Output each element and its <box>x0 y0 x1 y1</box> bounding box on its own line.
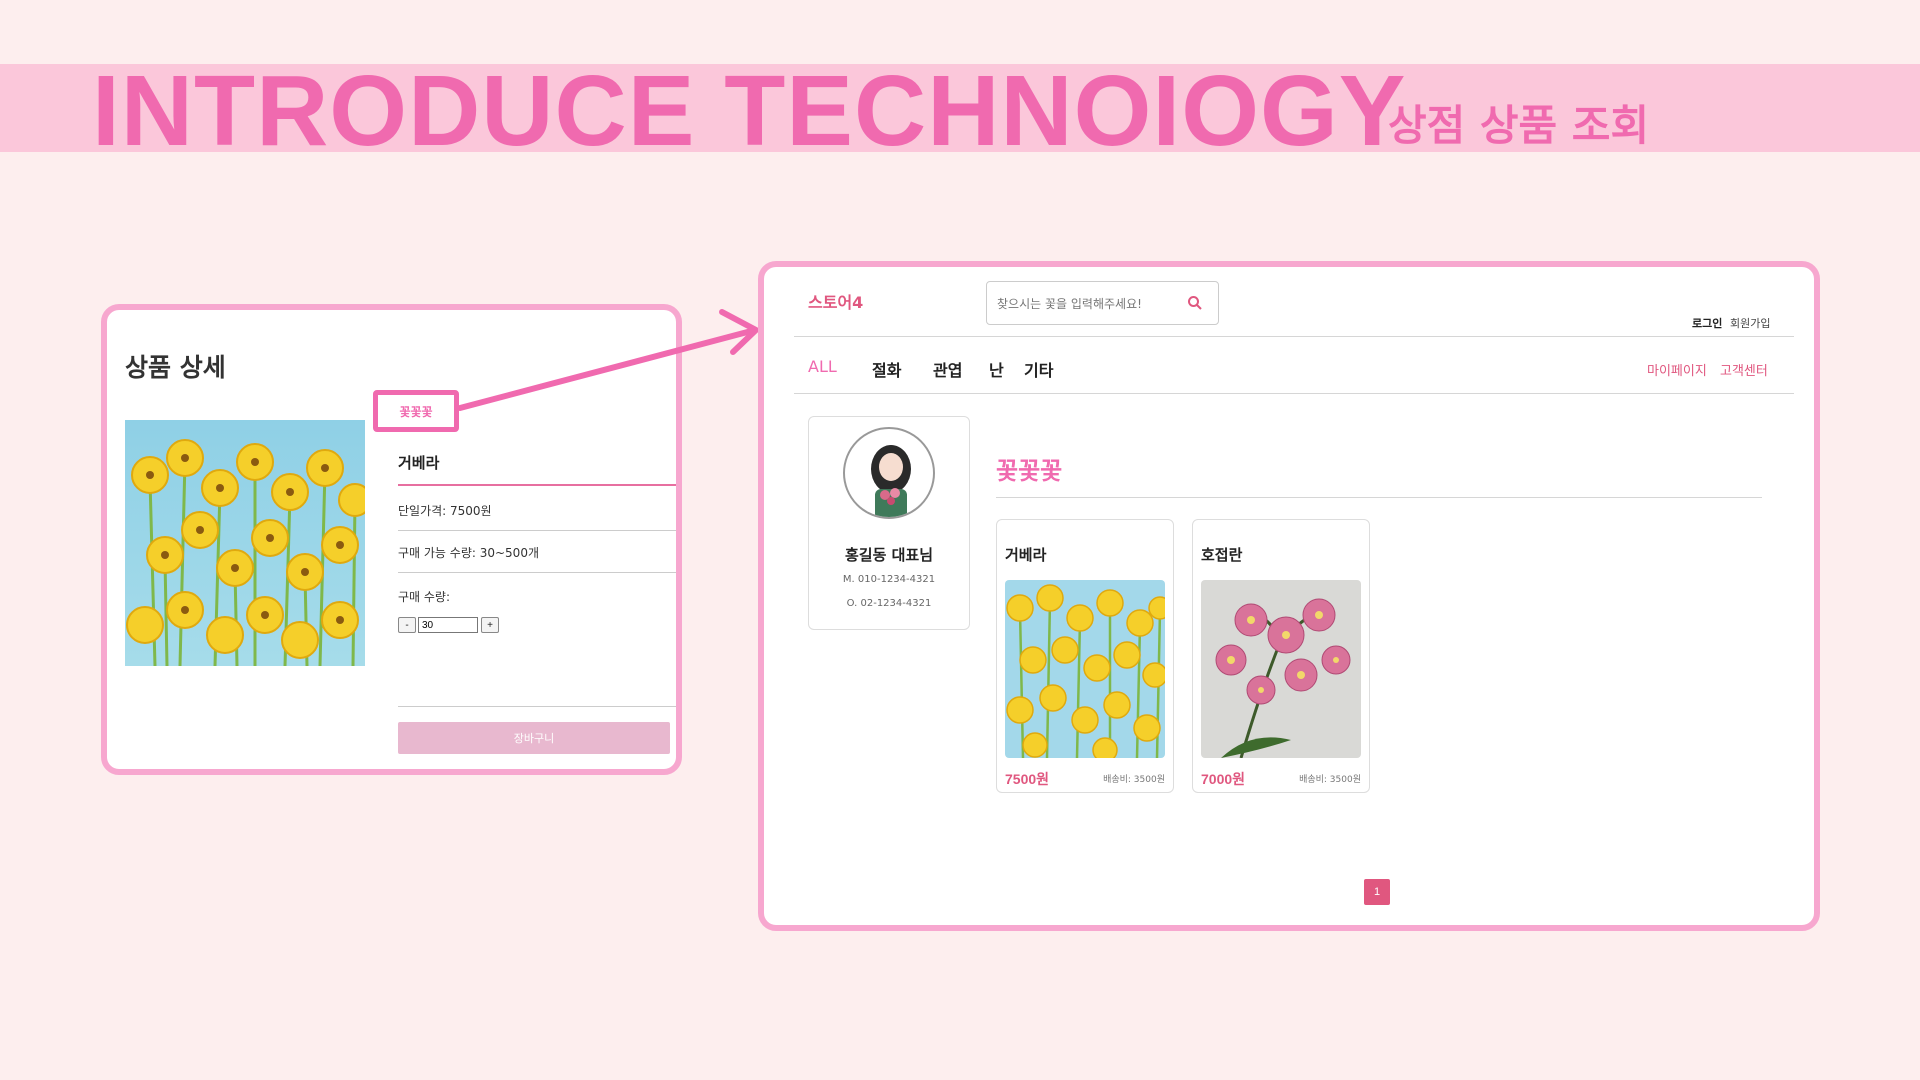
product-name: 호접란 <box>1201 546 1243 564</box>
owner-office-phone: O. 02-1234-4321 <box>846 598 932 609</box>
shipping-fee: 배송비: 3500원 <box>1299 775 1361 785</box>
quantity-input[interactable] <box>418 617 478 633</box>
shop-name-tag[interactable]: 꽃꽃꽃 <box>373 390 459 432</box>
shop-page-panel: 스토어4 로그인 회원가입 ALL 절화 관엽 난 기타 마이페이지 고객센터 … <box>758 261 1820 931</box>
signup-link[interactable]: 회원가입 <box>1730 315 1770 331</box>
nav-tab-orchid[interactable]: 난 <box>989 357 1004 381</box>
shipping-fee: 배송비: 3500원 <box>1103 775 1165 785</box>
product-card-gerbera[interactable]: 거베라 7500원 배송비: 3500원 <box>996 519 1174 793</box>
avatar <box>843 427 935 519</box>
owner-mobile: M. 010-1234-4321 <box>842 574 936 585</box>
mypage-link[interactable]: 마이페이지 <box>1647 360 1707 379</box>
header-divider <box>794 336 1794 337</box>
pagination-page-1[interactable]: 1 <box>1364 879 1390 905</box>
search-bar[interactable] <box>986 281 1219 325</box>
nav-divider <box>794 393 1794 394</box>
product-name: 거베라 <box>398 454 440 472</box>
customer-center-link[interactable]: 고객센터 <box>1720 360 1768 379</box>
add-to-cart-button[interactable]: 장바구니 <box>398 722 670 754</box>
search-input[interactable] <box>997 294 1177 314</box>
divider <box>398 484 676 486</box>
orchid-image[interactable] <box>1201 580 1361 758</box>
product-price: 7000원 <box>1201 771 1246 787</box>
nav-tab-cut-flowers[interactable]: 절화 <box>872 357 901 381</box>
owner-profile-card: 홍길동 대표님 M. 010-1234-4321 O. 02-1234-4321 <box>808 416 970 630</box>
unit-price: 단일가격: 7500원 <box>398 504 492 518</box>
shop-logo[interactable]: 스토어4 <box>808 289 863 313</box>
product-card-orchid[interactable]: 호접란 7000원 배송비: 3500원 <box>1192 519 1370 793</box>
owner-name: 홍길동 대표님 <box>844 546 934 564</box>
shop-name-divider <box>996 497 1762 498</box>
divider <box>398 530 676 531</box>
slide-title: INTRODUCE TECHNOIOGY <box>92 55 1407 167</box>
product-name: 거베라 <box>1005 546 1047 564</box>
divider <box>398 706 676 707</box>
purchasable-quantity: 구매 가능 수량: 30~500개 <box>398 546 539 560</box>
quantity-decrease-button[interactable]: - <box>398 617 416 633</box>
search-icon[interactable] <box>1187 295 1203 316</box>
shop-name: 꽃꽃꽃 <box>996 457 1063 485</box>
arrow-icon <box>457 309 759 411</box>
product-price: 7500원 <box>1005 771 1050 787</box>
divider <box>398 572 676 573</box>
nav-tab-all[interactable]: ALL <box>808 357 837 376</box>
login-link[interactable]: 로그인 <box>1692 315 1722 331</box>
quantity-increase-button[interactable]: + <box>481 617 499 633</box>
slide-subtitle: 상점 상품 조회 <box>1388 101 1650 150</box>
gerbera-image[interactable] <box>1005 580 1165 758</box>
nav-tab-foliage[interactable]: 관엽 <box>933 357 962 381</box>
nav-tab-etc[interactable]: 기타 <box>1024 357 1053 381</box>
detail-title: 상품 상세 <box>125 353 226 382</box>
quantity-label: 구매 수량: <box>398 590 451 604</box>
gerbera-image <box>125 420 365 666</box>
